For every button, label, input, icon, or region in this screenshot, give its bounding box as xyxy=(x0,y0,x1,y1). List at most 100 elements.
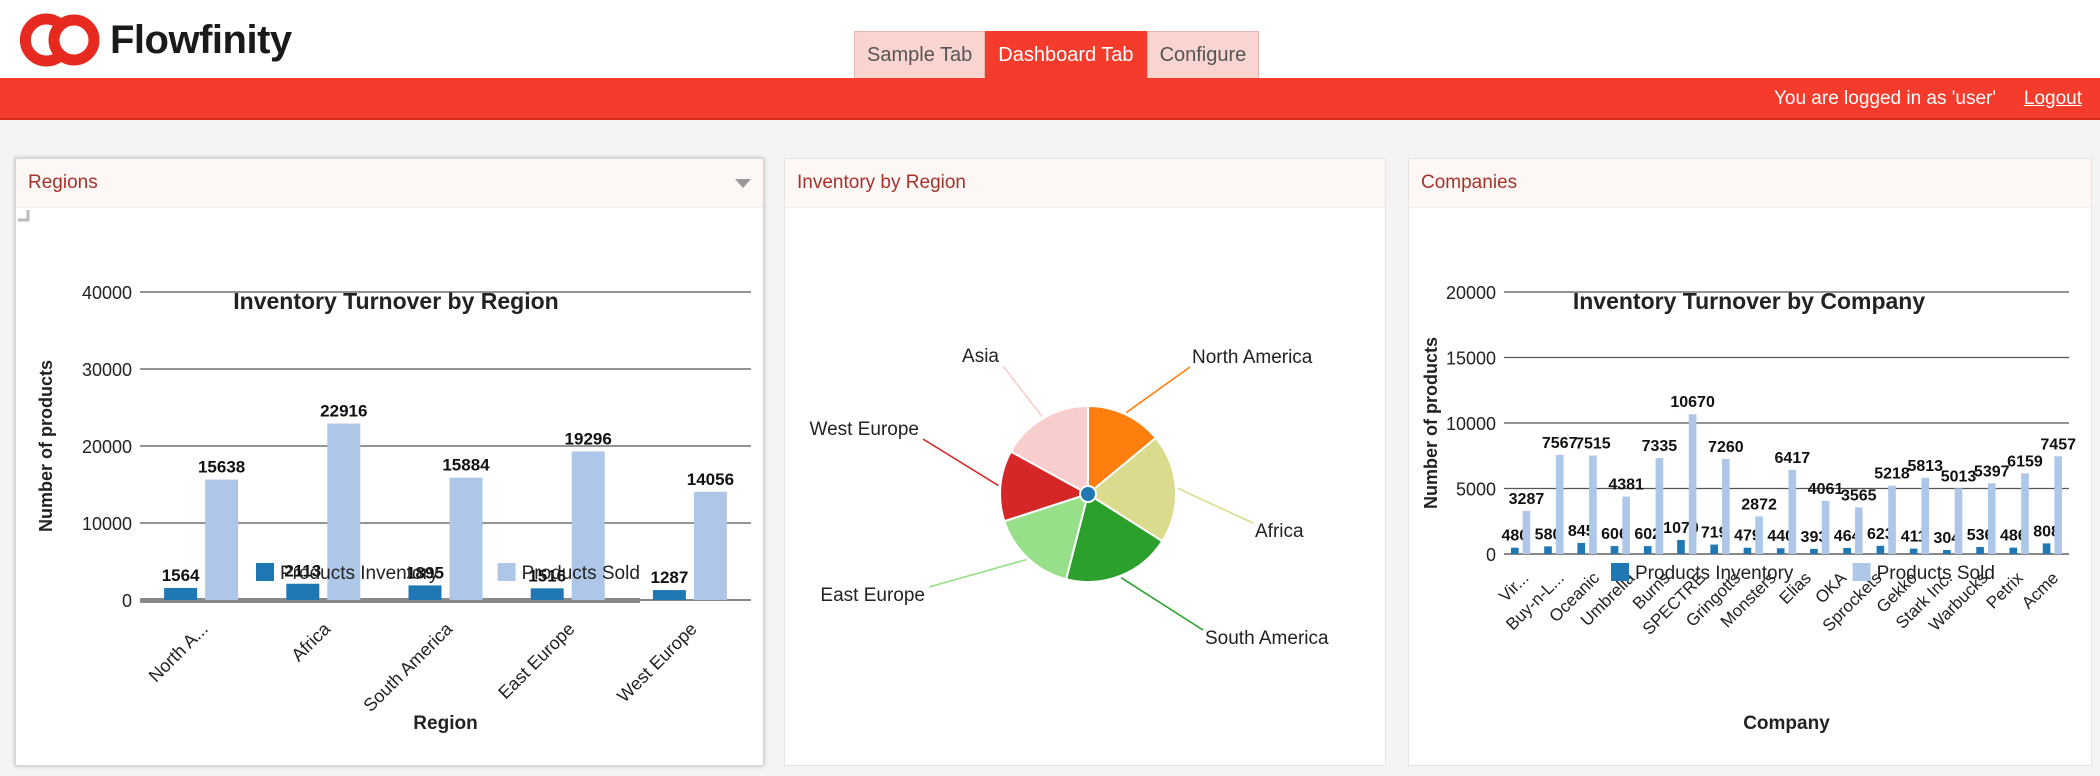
slice-label: North America xyxy=(1192,347,1313,368)
bar xyxy=(1688,414,1697,554)
dropdown-arrow-icon[interactable] xyxy=(735,179,751,188)
tab-bar: Sample Tab Dashboard Tab Configure xyxy=(854,31,1260,78)
x-tick-label: Africa xyxy=(287,618,334,665)
panel-title: Companies xyxy=(1421,172,1518,193)
data-label: 22916 xyxy=(320,402,367,421)
y-tick-label: 10000 xyxy=(82,514,132,534)
bar xyxy=(652,590,686,600)
bar xyxy=(1522,510,1531,554)
slice-label: South America xyxy=(1205,628,1329,649)
bar xyxy=(449,477,483,600)
bar xyxy=(2042,543,2051,554)
bar xyxy=(1510,547,1519,554)
logout-link[interactable]: Logout xyxy=(2024,78,2082,120)
bar xyxy=(2009,547,2018,554)
data-label: 5813 xyxy=(1907,458,1943,475)
legend-label: Products Sold xyxy=(1877,563,1995,584)
bar xyxy=(205,479,239,600)
inventory-panel: Inventory by Region North America Africa S… xyxy=(784,158,1386,766)
data-label: 1287 xyxy=(650,568,688,587)
data-label: 1564 xyxy=(162,566,200,585)
legend-swatch xyxy=(1611,563,1629,581)
bar xyxy=(1921,477,1930,554)
panel-header: Regions xyxy=(16,159,763,208)
tab-sample[interactable]: Sample Tab xyxy=(854,31,986,78)
data-label: 7515 xyxy=(1575,436,1611,453)
y-tick-label: 40000 xyxy=(82,283,132,303)
leader-line xyxy=(922,438,999,487)
bar xyxy=(408,585,442,600)
y-tick-label: 10000 xyxy=(1446,414,1496,434)
bar xyxy=(286,583,320,600)
data-label: 5218 xyxy=(1874,466,1910,483)
bar xyxy=(1577,542,1586,554)
y-tick-label: 5000 xyxy=(1456,480,1496,500)
data-label: 7335 xyxy=(1642,438,1678,455)
company-bar-chart: Inventory Turnover by Company05000100001… xyxy=(1421,283,2076,734)
region-bar-chart: Inventory Turnover by Region010000200003… xyxy=(36,283,751,734)
flowfinity-logo-icon xyxy=(19,13,100,67)
pie-center-dot xyxy=(1079,485,1097,503)
y-tick-label: 20000 xyxy=(82,437,132,457)
panel-body: Inventory Turnover by Company 0 5000 10000 1… xyxy=(1409,208,2091,766)
bar xyxy=(1888,485,1896,554)
region-pie-chart: North America Africa South America East Eur… xyxy=(810,346,1329,649)
panel-header: Inventory by Region xyxy=(785,159,1385,208)
x-tick-label: East Europe xyxy=(494,619,578,703)
panel-body: North America Africa South America East Eur… xyxy=(785,208,1385,766)
bar xyxy=(1976,546,1984,554)
bar xyxy=(1677,539,1685,554)
x-tick-label: Acme xyxy=(2018,568,2062,612)
y-tick-label: 20000 xyxy=(1446,283,1496,303)
x-tick-label: North A... xyxy=(145,619,212,686)
leader-line xyxy=(1120,577,1204,631)
bar xyxy=(1589,455,1597,554)
panel-body: Inventory Turnover by Region 0 10000 20000 3… xyxy=(16,208,763,766)
x-axis-label: Region xyxy=(413,713,477,734)
top-bar: You are logged in as 'user' Logout xyxy=(0,78,2100,120)
bar xyxy=(1843,547,1851,554)
tab-dashboard[interactable]: Dashboard Tab xyxy=(985,31,1147,78)
bar xyxy=(1943,550,1951,554)
data-label: 7457 xyxy=(2040,436,2076,453)
login-status: You are logged in as 'user' xyxy=(1773,88,1996,109)
data-label: 15884 xyxy=(442,456,490,475)
legend-label: Products Inventory xyxy=(280,563,439,584)
legend-label: Products Inventory xyxy=(1635,563,1794,584)
y-tick-label: 0 xyxy=(122,591,132,611)
bar xyxy=(2054,456,2063,554)
bar xyxy=(1643,546,1652,554)
legend-swatch xyxy=(1852,563,1871,581)
y-axis-label: Number of products xyxy=(36,360,56,532)
leader-line xyxy=(928,558,1027,588)
bar xyxy=(1555,454,1564,554)
x-tick-label: South America xyxy=(359,618,457,716)
regions-panel: Regions Inventory Turnover by Region 0 100… xyxy=(15,158,764,766)
bar xyxy=(1909,548,1918,554)
y-tick-label: 15000 xyxy=(1446,349,1496,369)
bar xyxy=(1776,548,1785,554)
y-axis-label: Number of products xyxy=(1421,337,1441,509)
companies-panel: Companies Inventory Turnover by Company 0… xyxy=(1408,158,2092,766)
tab-configure[interactable]: Configure xyxy=(1146,31,1260,78)
legend-swatch xyxy=(256,563,274,581)
bar xyxy=(530,588,564,600)
bar xyxy=(1743,547,1752,554)
brand-logo[interactable]: Flowfinity xyxy=(8,10,292,70)
bar xyxy=(1544,546,1552,554)
panel-header: Companies xyxy=(1409,159,2091,208)
data-label: 15638 xyxy=(198,458,245,477)
bar xyxy=(1788,469,1797,554)
panel-title: Inventory by Region xyxy=(797,172,966,193)
bar xyxy=(1655,457,1664,554)
bar xyxy=(1821,500,1830,554)
slice-label: Asia xyxy=(962,346,999,367)
resize-handle-icon[interactable] xyxy=(16,208,30,222)
bar xyxy=(2021,473,2029,554)
panel-title: Regions xyxy=(28,172,98,193)
leader-line xyxy=(1125,366,1191,414)
bar xyxy=(1622,496,1630,554)
bar xyxy=(1610,546,1619,554)
data-label: 5013 xyxy=(1941,468,1977,485)
slice-label: East Europe xyxy=(820,585,925,606)
